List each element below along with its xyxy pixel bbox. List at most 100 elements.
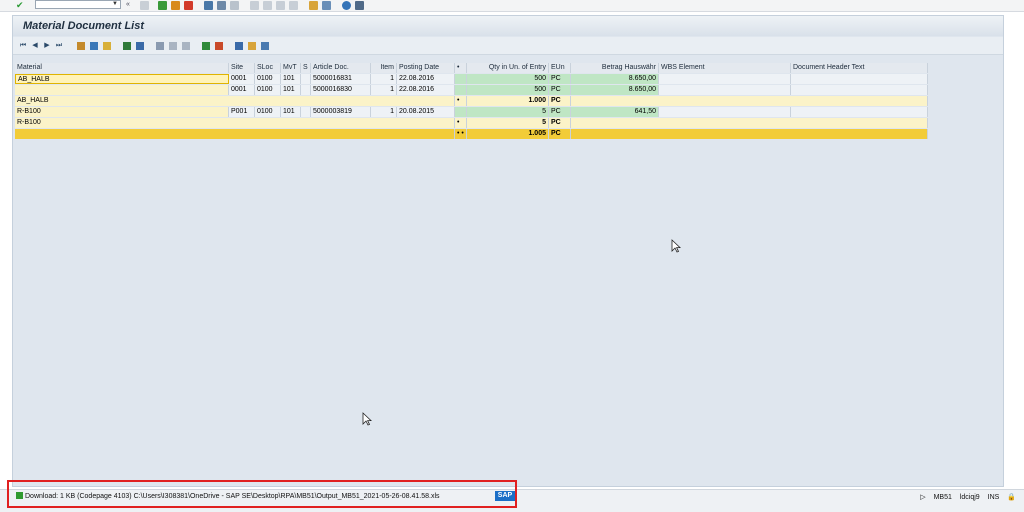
columns-icon[interactable] (169, 42, 177, 50)
cell-article-doc[interactable]: 5000016830 (311, 85, 371, 95)
next-page-icon[interactable] (276, 1, 285, 10)
enter-check-icon[interactable]: ✔ (16, 1, 25, 10)
sort-icon[interactable] (136, 42, 144, 50)
help-icon[interactable] (342, 1, 351, 10)
back-icon[interactable] (158, 1, 167, 10)
cell-qty[interactable]: 5 (467, 107, 549, 117)
save-icon[interactable] (140, 1, 149, 10)
last-page-icon[interactable] (289, 1, 298, 10)
table-row[interactable]: R-B100 P001 0100 101 5000003819 1 20.08.… (15, 107, 930, 117)
cell-doc-header[interactable] (791, 107, 928, 117)
cell-betrag[interactable]: 8.650,00 (571, 74, 659, 84)
cell-site[interactable]: P001 (229, 107, 255, 117)
find-icon[interactable] (217, 1, 226, 10)
col-header-material[interactable]: Material (15, 63, 229, 73)
cell-dot[interactable] (455, 74, 467, 84)
cell-material[interactable]: AB_HALB (15, 74, 229, 84)
sum-icon[interactable] (103, 42, 111, 50)
command-field[interactable]: ▼ (35, 0, 121, 9)
cell-betrag[interactable]: 641,50 (571, 107, 659, 117)
transaction-code[interactable]: MB51 (934, 494, 952, 501)
cell-site[interactable]: 0001 (229, 74, 255, 84)
subtotal-row[interactable]: R-B100 • 5 PC (15, 118, 930, 128)
customize-layout-icon[interactable] (355, 1, 364, 10)
col-header-wbs[interactable]: WBS Element (659, 63, 791, 73)
subtotal-icon[interactable] (123, 42, 131, 50)
layout-select-icon[interactable] (248, 42, 256, 50)
col-header-item[interactable]: Item (371, 63, 397, 73)
history-chevron-icon[interactable]: « (126, 1, 135, 10)
find-next-icon[interactable] (230, 1, 239, 10)
next-row-icon[interactable]: ▶ (43, 42, 51, 50)
last-row-icon[interactable]: ⏭ (55, 42, 63, 50)
cell-betrag[interactable]: 8.650,00 (571, 85, 659, 95)
cancel-icon[interactable] (184, 1, 193, 10)
cell-posting-date[interactable]: 20.08.2015 (397, 107, 455, 117)
shortcut-icon[interactable] (322, 1, 331, 10)
cell-article-doc[interactable]: 5000003819 (311, 107, 371, 117)
cell-dot[interactable] (455, 85, 467, 95)
cell-material[interactable]: R-B100 (15, 107, 229, 117)
cell-s[interactable] (301, 107, 311, 117)
total-row[interactable]: • • 1.005 PC (15, 129, 930, 139)
lock-icon[interactable]: 🔒 (1007, 494, 1016, 501)
cell-wbs[interactable] (659, 107, 791, 117)
cell-material[interactable] (15, 85, 229, 95)
details-icon[interactable] (77, 42, 85, 50)
cell-item[interactable]: 1 (371, 74, 397, 84)
graphic-icon[interactable] (215, 42, 223, 50)
filter-icon[interactable] (90, 42, 98, 50)
cell-qty[interactable]: 500 (467, 74, 549, 84)
col-header-sloc[interactable]: SLoc (255, 63, 281, 73)
export-icon[interactable] (182, 42, 190, 50)
excel-icon[interactable] (202, 42, 210, 50)
col-header-mvt[interactable]: MvT (281, 63, 301, 73)
col-header-posting-date[interactable]: Posting Date (397, 63, 455, 73)
col-header-site[interactable]: Site (229, 63, 255, 73)
command-dropdown-icon[interactable]: ▼ (112, 1, 118, 7)
cell-eun[interactable]: PC (549, 85, 571, 95)
cell-posting-date[interactable]: 22.08.2016 (397, 74, 455, 84)
play-icon[interactable]: ▷ (920, 494, 925, 501)
status-message[interactable]: Download: 1 KB (Codepage 4103) C:\Users\… (16, 492, 440, 500)
cell-dot[interactable] (455, 107, 467, 117)
print-preview-icon[interactable] (156, 42, 164, 50)
cell-sloc[interactable]: 0100 (255, 85, 281, 95)
insert-mode[interactable]: INS (988, 494, 1000, 501)
previous-page-icon[interactable] (263, 1, 272, 10)
cell-item[interactable]: 1 (371, 85, 397, 95)
cell-item[interactable]: 1 (371, 107, 397, 117)
cell-s[interactable] (301, 74, 311, 84)
first-page-icon[interactable] (250, 1, 259, 10)
previous-row-icon[interactable]: ◀ (31, 42, 39, 50)
cell-mvt[interactable]: 101 (281, 74, 301, 84)
cell-eun[interactable]: PC (549, 107, 571, 117)
cell-mvt[interactable]: 101 (281, 85, 301, 95)
col-header-eun[interactable]: EUn (549, 63, 571, 73)
col-header-doc-header[interactable]: Document Header Text (791, 63, 928, 73)
layout-change-icon[interactable] (235, 42, 243, 50)
first-row-icon[interactable]: ⏮ (19, 42, 27, 50)
cell-sloc[interactable]: 0100 (255, 74, 281, 84)
cell-mvt[interactable]: 101 (281, 107, 301, 117)
cell-site[interactable]: 0001 (229, 85, 255, 95)
cell-doc-header[interactable] (791, 74, 928, 84)
subtotal-row[interactable]: AB_HALB • 1.000 PC (15, 96, 930, 106)
print-icon[interactable] (204, 1, 213, 10)
col-header-article-doc[interactable]: Article Doc. (311, 63, 371, 73)
cell-eun[interactable]: PC (549, 74, 571, 84)
cell-article-doc[interactable]: 5000016831 (311, 74, 371, 84)
table-row[interactable]: 0001 0100 101 5000016830 1 22.08.2016 50… (15, 85, 930, 95)
layout-save-icon[interactable] (261, 42, 269, 50)
cell-doc-header[interactable] (791, 85, 928, 95)
cell-qty[interactable]: 500 (467, 85, 549, 95)
col-header-qty[interactable]: Qty in Un. of Entry (467, 63, 549, 73)
cell-s[interactable] (301, 85, 311, 95)
cell-posting-date[interactable]: 22.08.2016 (397, 85, 455, 95)
cell-wbs[interactable] (659, 74, 791, 84)
cell-sloc[interactable]: 0100 (255, 107, 281, 117)
col-header-betrag[interactable]: Betrag Hauswähr (571, 63, 659, 73)
col-header-s[interactable]: S (301, 63, 311, 73)
exit-icon[interactable] (171, 1, 180, 10)
table-row[interactable]: AB_HALB 0001 0100 101 5000016831 1 22.08… (15, 74, 930, 84)
